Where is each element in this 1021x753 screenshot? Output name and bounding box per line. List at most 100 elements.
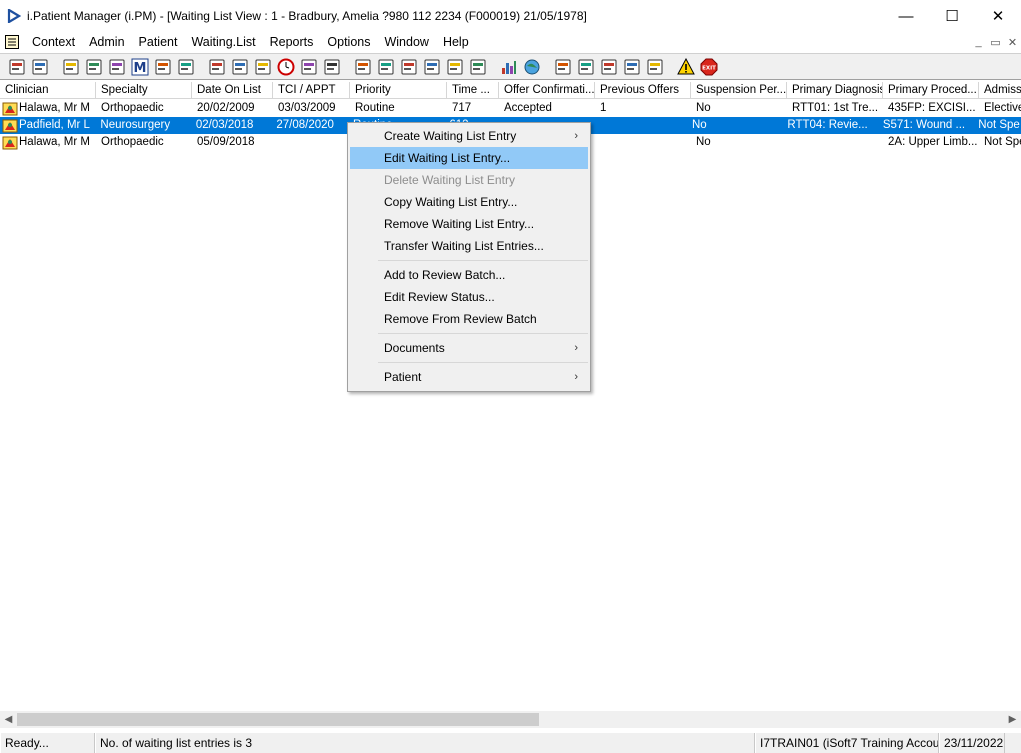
menu-item-remove-waiting-list-entry[interactable]: Remove Waiting List Entry...: [350, 213, 588, 235]
menu-item-documents[interactable]: Documents ›: [350, 337, 588, 359]
menu-item-copy-waiting-list-entry[interactable]: Copy Waiting List Entry...: [350, 191, 588, 213]
column-header-primary-procedure[interactable]: Primary Proced...: [883, 82, 979, 99]
menu-window[interactable]: Window: [377, 32, 435, 52]
mdi-restore-button[interactable]: ▭: [987, 34, 1004, 50]
card-icon[interactable]: [321, 56, 343, 78]
ambulance-icon[interactable]: [229, 56, 251, 78]
monitor-icon[interactable]: [298, 56, 320, 78]
cell-clinician: Padfield, Mr L: [0, 117, 95, 134]
checklist-edit-icon[interactable]: [575, 56, 597, 78]
status-account: I7TRAIN01 (iSoft7 Training Account): [755, 733, 939, 753]
waiting-list-entry-icon: [2, 101, 18, 117]
column-header-specialty[interactable]: Specialty: [96, 82, 192, 99]
cell-suspension-period: No: [696, 102, 711, 114]
scroll-thumb[interactable]: [17, 713, 539, 726]
cell-primary-procedure: 435FP: EXCISI...: [888, 102, 976, 114]
checklist-icon[interactable]: [552, 56, 574, 78]
menu-item-delete-waiting-list-entry: Delete Waiting List Entry: [350, 169, 588, 191]
menu-item-remove-from-review-batch[interactable]: Remove From Review Batch: [350, 308, 588, 330]
checklist-green-icon[interactable]: [598, 56, 620, 78]
menu-item-create-waiting-list-entry[interactable]: Create Waiting List Entry ›: [350, 125, 588, 147]
drip-icon[interactable]: [444, 56, 466, 78]
menu-help[interactable]: Help: [436, 32, 476, 52]
page-icon[interactable]: [467, 56, 489, 78]
cell-specialty: Neurosurgery: [100, 119, 171, 131]
maximize-button[interactable]: ☐: [929, 0, 975, 32]
column-header-tci-appt[interactable]: TCI / APPT: [273, 82, 350, 99]
menu-item-label: Documents: [384, 341, 445, 355]
car-icon[interactable]: [206, 56, 228, 78]
menu-waiting-list[interactable]: Waiting.List: [184, 32, 262, 52]
column-header-primary-diagnosis[interactable]: Primary Diagnosis: [787, 82, 883, 99]
mdi-minimize-button[interactable]: _: [970, 34, 987, 50]
document-menu-icon[interactable]: [4, 34, 20, 50]
column-header-previous-offers[interactable]: Previous Offers: [595, 82, 691, 99]
column-header-time[interactable]: Time ...: [447, 82, 499, 99]
waiting-list-entry-icon: [2, 135, 18, 151]
cell-tci-appt: 03/03/2009: [278, 102, 336, 114]
clock-icon[interactable]: [275, 56, 297, 78]
scroll-left-icon[interactable]: ◀: [0, 711, 17, 728]
envelope-icon[interactable]: [252, 56, 274, 78]
cell-clinician: Halawa, Mr M: [0, 100, 96, 117]
minimize-icon: —: [898, 7, 914, 25]
cell-admission: Elective: [984, 102, 1021, 114]
cell-offer-confirmation: Accepted: [504, 102, 552, 114]
table-row[interactable]: Halawa, Mr M Orthopaedic 20/02/2009 03/03/2…: [0, 100, 1021, 117]
menu-context[interactable]: Context: [25, 32, 82, 52]
print-icon[interactable]: [29, 56, 51, 78]
menu-admin[interactable]: Admin: [82, 32, 131, 52]
notes-icon[interactable]: [175, 56, 197, 78]
cell-admission: Not Spe: [984, 136, 1021, 148]
cell-time: 717: [452, 102, 472, 114]
column-header-suspension-period[interactable]: Suspension Per...: [691, 82, 787, 99]
globe-icon[interactable]: [521, 56, 543, 78]
m-icon[interactable]: M: [129, 56, 151, 78]
book-icon[interactable]: [60, 56, 82, 78]
mdi-close-button[interactable]: ✕: [1004, 34, 1021, 50]
column-header-admission[interactable]: Admissi: [979, 82, 1021, 99]
cell-tci-appt: 27/08/2020: [276, 119, 334, 131]
menu-options[interactable]: Options: [320, 32, 377, 52]
cell-primary-procedure: 2A: Upper Limb...: [888, 136, 978, 148]
close-icon: ✕: [991, 8, 1005, 25]
status-date: 23/11/2022: [939, 733, 1005, 753]
clinician-name: Halawa, Mr M: [19, 102, 90, 114]
menu-bar: Context Admin Patient Waiting.List Repor…: [0, 32, 1021, 52]
title-bar: i.Patient Manager (i.PM) - [Waiting List…: [0, 0, 1021, 32]
chart-icon[interactable]: [498, 56, 520, 78]
menu-item-patient[interactable]: Patient ›: [350, 366, 588, 388]
cell-suspension-period: No: [691, 119, 707, 131]
exit-icon[interactable]: EXIT: [698, 56, 720, 78]
scroll-right-icon[interactable]: ▶: [1004, 711, 1021, 728]
column-header-date-on-list[interactable]: Date On List: [192, 82, 273, 99]
status-ready: Ready...: [0, 733, 95, 753]
patient-icon[interactable]: [6, 56, 28, 78]
menu-item-transfer-waiting-list-entries[interactable]: Transfer Waiting List Entries...: [350, 235, 588, 257]
menu-reports[interactable]: Reports: [263, 32, 321, 52]
menu-patient[interactable]: Patient: [132, 32, 185, 52]
notepad-icon[interactable]: [398, 56, 420, 78]
column-header-priority[interactable]: Priority: [350, 82, 447, 99]
menu-item-add-to-review-batch[interactable]: Add to Review Batch...: [350, 264, 588, 286]
menu-item-label: Delete Waiting List Entry: [384, 173, 515, 187]
close-button[interactable]: ✕: [975, 0, 1021, 32]
bed-icon[interactable]: [421, 56, 443, 78]
menu-item-edit-review-status[interactable]: Edit Review Status...: [350, 286, 588, 308]
cell-priority: Routine: [355, 102, 395, 114]
column-header-clinician[interactable]: Clinician: [0, 82, 96, 99]
column-header-offer-confirmation[interactable]: Offer Confirmati...: [499, 82, 595, 99]
edit-patient-icon[interactable]: [83, 56, 105, 78]
menu-item-edit-waiting-list-entry[interactable]: Edit Waiting List Entry...: [350, 147, 588, 169]
document-icon[interactable]: [352, 56, 374, 78]
menu-item-label: Add to Review Batch...: [384, 268, 506, 282]
horizontal-scrollbar[interactable]: ◀ ▶: [0, 711, 1021, 728]
refresh-icon[interactable]: [375, 56, 397, 78]
checklist-add-icon[interactable]: [621, 56, 643, 78]
warning-icon[interactable]: [675, 56, 697, 78]
cell-specialty: Orthopaedic: [101, 136, 164, 148]
minimize-button[interactable]: —: [883, 0, 929, 32]
transfer-icon[interactable]: [644, 56, 666, 78]
scanner-icon[interactable]: [106, 56, 128, 78]
person-icon[interactable]: [152, 56, 174, 78]
